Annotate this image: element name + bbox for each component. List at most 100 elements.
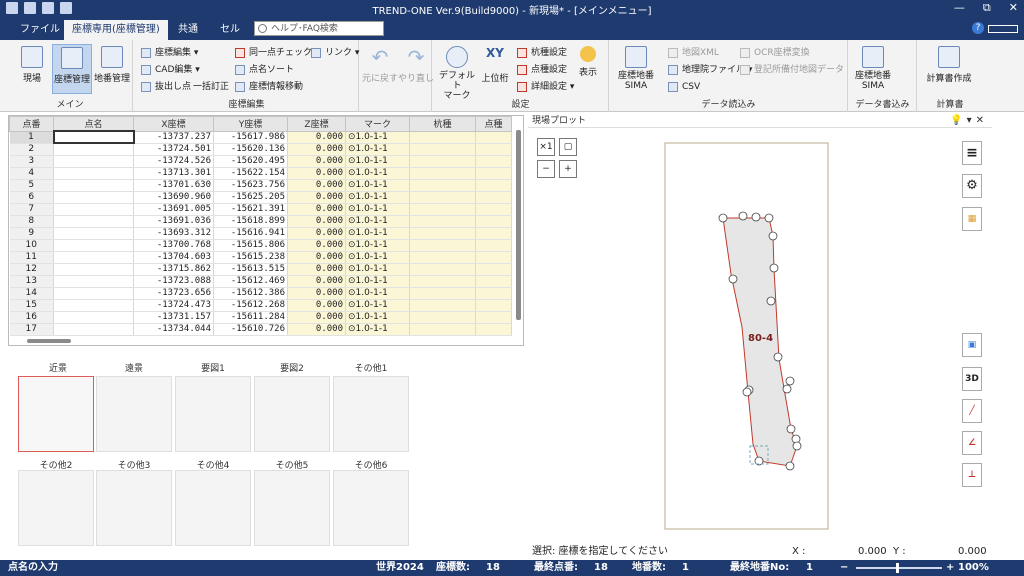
row-point-no[interactable]: 2 bbox=[9, 143, 54, 156]
table-row[interactable]: 15 -13724.473 -15612.268 0.000 ⊙1.0-1-1 bbox=[9, 299, 512, 312]
site-plot[interactable]: 80-4 ×1 ▢ − + ≡ ⚙ ▦ ▣ 3D ╱ ∠ ⊥ bbox=[528, 129, 992, 543]
row-point-type[interactable] bbox=[475, 275, 512, 288]
row-point-type[interactable] bbox=[475, 203, 512, 216]
row-point-name[interactable] bbox=[53, 143, 134, 156]
hamburger-menu-icon[interactable]: ≡ bbox=[962, 141, 982, 165]
zoom-minus-button[interactable]: − bbox=[840, 560, 848, 576]
tab-cell[interactable]: セル bbox=[212, 20, 248, 40]
thumb-other1[interactable] bbox=[333, 376, 409, 452]
row-z[interactable]: 0.000 bbox=[287, 311, 346, 324]
extract-point-button[interactable]: 抜出し点 bbox=[141, 80, 191, 94]
row-point-name[interactable] bbox=[53, 203, 134, 216]
tab-coord-management[interactable]: 座標専用(座標管理) bbox=[64, 20, 168, 40]
header-pile-type[interactable]: 杭種 bbox=[409, 116, 476, 132]
survey-point-marker[interactable] bbox=[769, 263, 779, 273]
zoom-reset-button[interactable]: ×1 bbox=[537, 138, 555, 156]
thumb-other4[interactable] bbox=[175, 470, 251, 546]
tab-common[interactable]: 共通 bbox=[170, 20, 206, 40]
export-sima-button[interactable]: 座標地番 SIMA bbox=[851, 44, 895, 94]
survey-point-marker[interactable] bbox=[786, 424, 796, 434]
row-z[interactable]: 0.000 bbox=[287, 155, 346, 168]
table-row[interactable]: 6 -13690.960 -15625.205 0.000 ⊙1.0-1-1 bbox=[9, 191, 512, 204]
row-point-no[interactable]: 14 bbox=[9, 287, 54, 300]
row-pile-type[interactable] bbox=[409, 155, 476, 168]
row-mark[interactable]: ⊙1.0-1-1 bbox=[345, 179, 410, 192]
row-point-no[interactable]: 10 bbox=[9, 239, 54, 252]
row-point-no[interactable]: 7 bbox=[9, 203, 54, 216]
point-name-sort-button[interactable]: 点名ソート bbox=[235, 63, 294, 77]
gear-icon[interactable]: ⚙ bbox=[962, 174, 982, 198]
undo-button[interactable]: ↶ 元に戻す bbox=[360, 44, 400, 94]
row-y[interactable]: -15612.268 bbox=[213, 299, 288, 312]
row-pile-type[interactable] bbox=[409, 131, 476, 144]
row-y[interactable]: -15613.515 bbox=[213, 263, 288, 276]
row-point-type[interactable] bbox=[475, 215, 512, 228]
row-z[interactable]: 0.000 bbox=[287, 143, 346, 156]
row-point-name[interactable] bbox=[53, 299, 134, 312]
header-z[interactable]: Z座標 bbox=[287, 116, 346, 132]
row-point-name[interactable] bbox=[53, 287, 134, 300]
row-point-name[interactable] bbox=[53, 311, 134, 324]
survey-point-marker[interactable] bbox=[728, 274, 738, 284]
row-z[interactable]: 0.000 bbox=[287, 203, 346, 216]
row-mark[interactable]: ⊙1.0-1-1 bbox=[345, 263, 410, 276]
link-button[interactable]: リンク ▾ bbox=[311, 46, 359, 60]
ocr-convert-button[interactable]: OCR座標変換 bbox=[740, 46, 810, 60]
row-y[interactable]: -15625.205 bbox=[213, 191, 288, 204]
table-row[interactable]: 8 -13691.036 -15618.899 0.000 ⊙1.0-1-1 bbox=[9, 215, 512, 228]
row-point-no[interactable]: 9 bbox=[9, 227, 54, 240]
row-y[interactable]: -15612.386 bbox=[213, 287, 288, 300]
row-y[interactable]: -15616.941 bbox=[213, 227, 288, 240]
row-x[interactable]: -13724.501 bbox=[133, 143, 214, 156]
table-row[interactable]: 4 -13713.301 -15622.154 0.000 ⊙1.0-1-1 bbox=[9, 167, 512, 180]
row-pile-type[interactable] bbox=[409, 323, 476, 336]
import-sima-button[interactable]: 座標地番 SIMA bbox=[614, 44, 658, 94]
row-mark[interactable]: ⊙1.0-1-1 bbox=[345, 143, 410, 156]
row-point-name[interactable] bbox=[53, 323, 134, 336]
row-y[interactable]: -15612.469 bbox=[213, 275, 288, 288]
row-pile-type[interactable] bbox=[409, 143, 476, 156]
row-x[interactable]: -13700.768 bbox=[133, 239, 214, 252]
row-point-type[interactable] bbox=[475, 167, 512, 180]
row-point-name[interactable] bbox=[53, 191, 134, 204]
help-icon[interactable]: ? bbox=[972, 22, 984, 34]
row-x[interactable]: -13731.157 bbox=[133, 311, 214, 324]
row-y[interactable]: -15622.154 bbox=[213, 167, 288, 180]
row-mark[interactable]: ⊙1.0-1-1 bbox=[345, 203, 410, 216]
row-z[interactable]: 0.000 bbox=[287, 323, 346, 336]
row-point-no[interactable]: 5 bbox=[9, 179, 54, 192]
row-x[interactable]: -13723.088 bbox=[133, 275, 214, 288]
row-pile-type[interactable] bbox=[409, 179, 476, 192]
cad-edit-button[interactable]: CAD編集 ▾ bbox=[141, 63, 200, 77]
row-point-no[interactable]: 6 bbox=[9, 191, 54, 204]
row-point-type[interactable] bbox=[475, 227, 512, 240]
table-row[interactable]: 5 -13701.630 -15623.756 0.000 ⊙1.0-1-1 bbox=[9, 179, 512, 192]
ribbon-toggle[interactable] bbox=[988, 25, 1018, 33]
thumb-other6[interactable] bbox=[333, 470, 409, 546]
row-point-type[interactable] bbox=[475, 179, 512, 192]
same-point-check-button[interactable]: 同一点チェック bbox=[235, 46, 312, 60]
display-button[interactable]: 表示 bbox=[571, 44, 605, 94]
close-button[interactable]: ✕ bbox=[1009, 1, 1018, 15]
fit-view-button[interactable]: ▢ bbox=[559, 138, 577, 156]
row-point-name[interactable] bbox=[53, 179, 134, 192]
row-y[interactable]: -15611.284 bbox=[213, 311, 288, 324]
table-row[interactable]: 17 -13734.044 -15610.726 0.000 ⊙1.0-1-1 bbox=[9, 323, 512, 336]
table-row[interactable]: 2 -13724.501 -15620.136 0.000 ⊙1.0-1-1 bbox=[9, 143, 512, 156]
row-z[interactable]: 0.000 bbox=[287, 251, 346, 264]
row-point-name[interactable] bbox=[53, 251, 134, 264]
table-row[interactable]: 7 -13691.005 -15621.391 0.000 ⊙1.0-1-1 bbox=[9, 203, 512, 216]
row-point-type[interactable] bbox=[475, 251, 512, 264]
row-x[interactable]: -13704.603 bbox=[133, 251, 214, 264]
header-point-no[interactable]: 点番 bbox=[9, 116, 54, 132]
row-z[interactable]: 0.000 bbox=[287, 227, 346, 240]
map-photo-icon[interactable]: ▣ bbox=[962, 333, 982, 357]
header-y[interactable]: Y座標 bbox=[213, 116, 288, 132]
row-point-no[interactable]: 1 bbox=[9, 131, 54, 144]
survey-point-marker[interactable] bbox=[785, 376, 795, 386]
table-row[interactable]: 12 -13715.862 -15613.515 0.000 ⊙1.0-1-1 bbox=[9, 263, 512, 276]
header-point-name[interactable]: 点名 bbox=[53, 116, 134, 132]
create-report-button[interactable]: 計算書作成 bbox=[922, 44, 976, 94]
row-x[interactable]: -13690.960 bbox=[133, 191, 214, 204]
row-point-no[interactable]: 11 bbox=[9, 251, 54, 264]
